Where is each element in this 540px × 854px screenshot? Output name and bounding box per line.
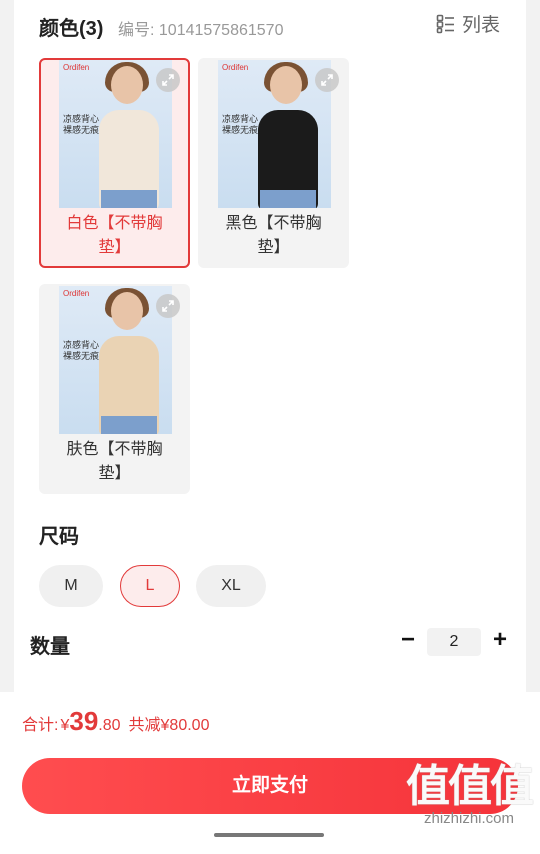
promo-text: 凉感背心 裸感无痕: [63, 340, 100, 361]
home-indicator[interactable]: [214, 833, 324, 837]
brand-logo: Ordifen: [63, 63, 90, 72]
zoom-icon[interactable]: [315, 68, 339, 92]
color-option-label: 白色【不带胸垫】: [66, 215, 163, 256]
zoom-icon[interactable]: [156, 68, 180, 92]
color-option-white[interactable]: Ordifen 凉感背心 裸感无痕 白色【不带胸垫】: [39, 58, 190, 268]
size-option-m[interactable]: M: [39, 565, 103, 607]
price-integer: 39: [69, 706, 99, 736]
watermark-url: zhizhizhi.com: [423, 810, 515, 827]
size-option-l[interactable]: L: [120, 565, 180, 607]
price-decimal: .80: [98, 717, 121, 734]
size-section-title: 尺码: [39, 526, 79, 548]
brand-logo: Ordifen: [63, 289, 90, 298]
product-image: Ordifen 凉感背心 裸感无痕: [218, 60, 331, 208]
quantity-input[interactable]: 2: [427, 628, 481, 656]
product-image: Ordifen 凉感背心 裸感无痕: [59, 60, 172, 208]
currency-symbol: ¥: [60, 717, 70, 734]
color-option-label: 肤色【不带胸垫】: [66, 441, 163, 482]
color-option-nude[interactable]: Ordifen 凉感背心 裸感无痕 肤色【不带胸垫】: [39, 284, 190, 494]
total-label: 合计:: [22, 717, 59, 734]
watermark-logo: 值值值: [406, 762, 534, 811]
brand-logo: Ordifen: [222, 63, 249, 72]
promo-text: 凉感背心 裸感无痕: [63, 114, 100, 135]
quantity-increase-button[interactable]: +: [488, 628, 512, 653]
checkout-bar: 合计: ¥ 39 .80 共减¥80.00 立即支付 值值值 zhizhizhi…: [0, 692, 540, 854]
zoom-icon[interactable]: [156, 294, 180, 318]
quantity-title: 数量: [30, 636, 70, 658]
list-toggle-label: 列表: [461, 15, 500, 36]
color-section-title: 颜色(3): [39, 18, 104, 40]
site-watermark: 值值值 zhizhizhi.com: [406, 762, 534, 828]
promo-text: 凉感背心 裸感无痕: [222, 114, 259, 135]
color-option-label: 黑色【不带胸垫】: [225, 215, 322, 256]
size-option-xl[interactable]: XL: [196, 565, 266, 607]
discount-amount: 共减¥80.00: [128, 717, 210, 734]
sku-id: 编号: 10141575861570: [118, 22, 284, 39]
sku-panel: 颜色(3) 编号: 10141575861570 列表 Ordifen 凉感背心…: [14, 0, 526, 692]
product-image: Ordifen 凉感背心 裸感无痕: [59, 286, 172, 434]
order-total: 合计: ¥ 39 .80 共减¥80.00: [22, 706, 209, 737]
color-option-black[interactable]: Ordifen 凉感背心 裸感无痕 黑色【不带胸垫】: [198, 58, 349, 268]
list-icon: [436, 14, 456, 34]
list-view-toggle[interactable]: 列表: [436, 10, 500, 37]
quantity-decrease-button[interactable]: −: [396, 628, 420, 653]
